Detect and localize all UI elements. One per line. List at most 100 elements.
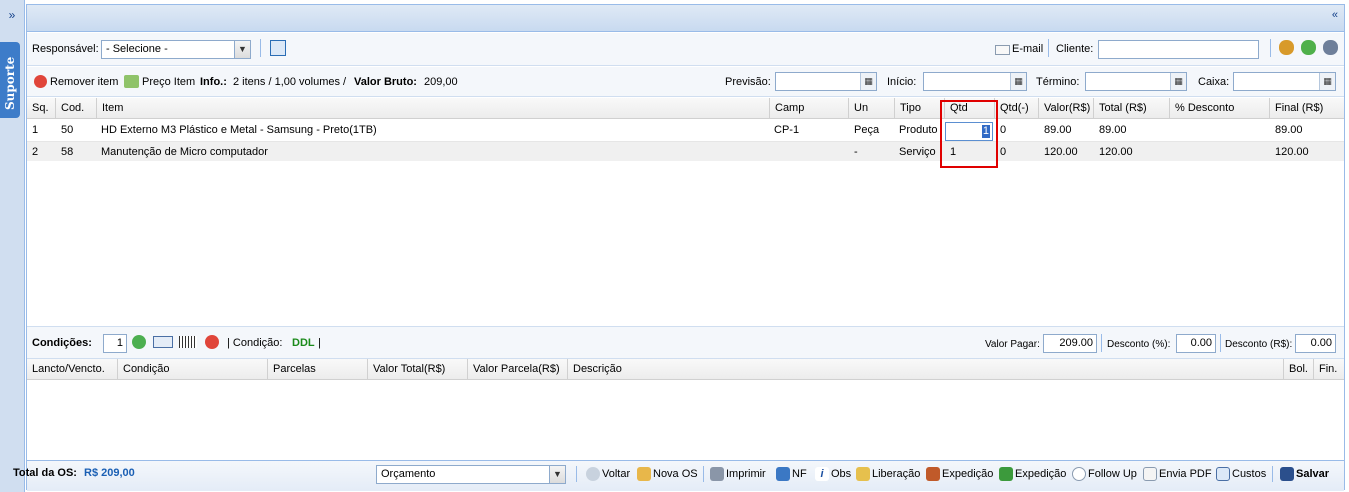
col-final[interactable]: Final (R$)	[1269, 98, 1345, 119]
expand-icon[interactable]: »	[0, 4, 24, 26]
imprimir-label: Imprimir	[726, 467, 766, 480]
divider	[703, 466, 704, 482]
nf-icon	[776, 467, 790, 481]
price-item-button[interactable]: Preço Item	[142, 76, 195, 88]
condicao-label: | Condição:	[227, 337, 283, 349]
calendar-icon[interactable]: ▦	[1319, 73, 1335, 90]
col-tipo[interactable]: Tipo	[894, 98, 944, 119]
valor-pagar-label: Valor Pagar:	[985, 339, 1040, 350]
expedicao-excel-button[interactable]: Expedição	[999, 467, 1066, 481]
email-link[interactable]: E-mail	[1012, 43, 1043, 55]
calendar-icon[interactable]: ▦	[1170, 73, 1186, 90]
col-parcelas[interactable]: Parcelas	[267, 359, 367, 380]
user-icon[interactable]	[1323, 40, 1338, 55]
col-un[interactable]: Un	[848, 98, 894, 119]
follow-up-label: Follow Up	[1088, 467, 1137, 480]
follow-up-button[interactable]: Follow Up	[1072, 467, 1137, 481]
salvar-label: Salvar	[1296, 467, 1330, 480]
conditions-toolbar: Condições: 1 | Condição: DDL | Valor Pag…	[27, 326, 1344, 359]
add-condition-icon[interactable]	[132, 335, 146, 349]
col-item[interactable]: Item	[96, 98, 769, 119]
voltar-button[interactable]: Voltar	[586, 467, 630, 481]
collapse-icon[interactable]: «	[1332, 9, 1338, 21]
chat-icon	[1072, 467, 1086, 481]
refresh-icon[interactable]	[1301, 40, 1316, 55]
side-strip: » Suporte	[0, 0, 25, 492]
desconto-rs-input[interactable]: 0.00	[1295, 334, 1336, 353]
col-valor-total[interactable]: Valor Total(R$)	[367, 359, 467, 380]
remove-condition-icon[interactable]	[205, 335, 219, 349]
col-valor[interactable]: Valor(R$)	[1038, 98, 1093, 119]
cliente-input[interactable]	[1098, 40, 1259, 59]
nf-button[interactable]: NF	[776, 467, 807, 481]
caixa-label: Caixa:	[1198, 76, 1230, 88]
cell-desconto	[1169, 120, 1174, 140]
col-qtd-minus[interactable]: Qtd(-)	[994, 98, 1038, 119]
barcode-icon[interactable]	[179, 336, 197, 348]
valor-pagar-input[interactable]: 209.00	[1043, 334, 1097, 353]
divider	[1048, 39, 1049, 57]
previsao-input[interactable]: ▦	[775, 72, 877, 91]
table-row[interactable]: 1 50 HD Externo M3 Plástico e Metal - Sa…	[27, 120, 1344, 140]
email-icon	[995, 45, 1010, 55]
col-lancto[interactable]: Lancto/Vencto.	[27, 359, 117, 380]
col-camp[interactable]: Camp	[769, 98, 848, 119]
col-sq[interactable]: Sq.	[27, 98, 55, 119]
info-text: 2 itens / 1,00 volumes /	[233, 76, 347, 88]
bruto-value: 209,00	[424, 76, 458, 88]
cell-final: 120.00	[1275, 146, 1309, 158]
col-total[interactable]: Total (R$)	[1093, 98, 1169, 119]
imprimir-button[interactable]: Imprimir	[710, 467, 766, 481]
responsavel-select[interactable]: - Selecione - ▼	[101, 40, 251, 59]
divider	[1101, 334, 1102, 352]
desconto-pct-input[interactable]: 0.00	[1176, 334, 1216, 353]
calendar-icon[interactable]: ▦	[860, 73, 876, 90]
expedicao-excel-label: Expedição	[1015, 467, 1067, 480]
desconto-rs-label: Desconto (R$):	[1225, 339, 1293, 350]
payment-card-icon[interactable]	[153, 336, 173, 348]
envia-pdf-label: Envia PDF	[1159, 467, 1212, 480]
obs-button[interactable]: i Obs	[815, 467, 851, 481]
cell-valor: 120.00	[1044, 146, 1078, 158]
caixa-input[interactable]: ▦	[1233, 72, 1336, 91]
client-search-icon[interactable]	[1279, 40, 1294, 55]
payments-grid-header: Lancto/Vencto. Condição Parcelas Valor T…	[27, 359, 1344, 380]
expedicao-button[interactable]: Expedição	[926, 467, 993, 481]
conditions-count-input[interactable]: 1	[103, 334, 127, 353]
envia-pdf-button[interactable]: Envia PDF	[1143, 467, 1212, 481]
salvar-button[interactable]: Salvar	[1280, 467, 1329, 481]
table-row[interactable]: 2 58 Manutenção de Micro computador - Se…	[27, 141, 1344, 161]
expedicao-label: Expedição	[942, 467, 994, 480]
conditions-label: Condições:	[32, 337, 92, 349]
info-icon: i	[815, 467, 829, 481]
cell-final: 89.00	[1275, 124, 1303, 136]
remove-icon[interactable]	[34, 75, 47, 88]
col-desconto[interactable]: % Desconto	[1169, 98, 1269, 119]
col-cod[interactable]: Cod.	[55, 98, 95, 119]
col-fin[interactable]: Fin.	[1313, 359, 1343, 380]
excel-icon	[999, 467, 1013, 481]
divider	[1220, 334, 1221, 352]
nova-os-button[interactable]: Nova OS	[637, 467, 698, 481]
col-bol[interactable]: Bol.	[1283, 359, 1313, 380]
col-condicao[interactable]: Condição	[117, 359, 267, 380]
cell-cod: 58	[61, 146, 74, 158]
table-icon	[1216, 467, 1230, 481]
status-select[interactable]: Orçamento ▼	[376, 465, 566, 484]
bruto-label: Valor Bruto:	[354, 76, 417, 88]
price-tag-icon[interactable]	[124, 75, 139, 88]
remove-item-button[interactable]: Remover item	[50, 76, 118, 88]
calculator-icon[interactable]	[270, 40, 286, 56]
custos-button[interactable]: Custos	[1216, 467, 1266, 481]
desconto-pct-label: Desconto (%):	[1107, 339, 1171, 350]
suporte-tab[interactable]: Suporte	[0, 42, 20, 118]
liberacao-button[interactable]: Liberação	[856, 467, 920, 481]
calendar-icon[interactable]: ▦	[1010, 73, 1026, 90]
cell-item: Manutenção de Micro computador	[101, 146, 268, 158]
termino-input[interactable]: ▦	[1085, 72, 1187, 91]
truck-icon	[926, 467, 940, 481]
col-valor-parcela[interactable]: Valor Parcela(R$)	[467, 359, 567, 380]
col-descricao[interactable]: Descrição	[567, 359, 1283, 380]
inicio-input[interactable]: ▦	[923, 72, 1027, 91]
cell-desconto	[1169, 142, 1174, 162]
